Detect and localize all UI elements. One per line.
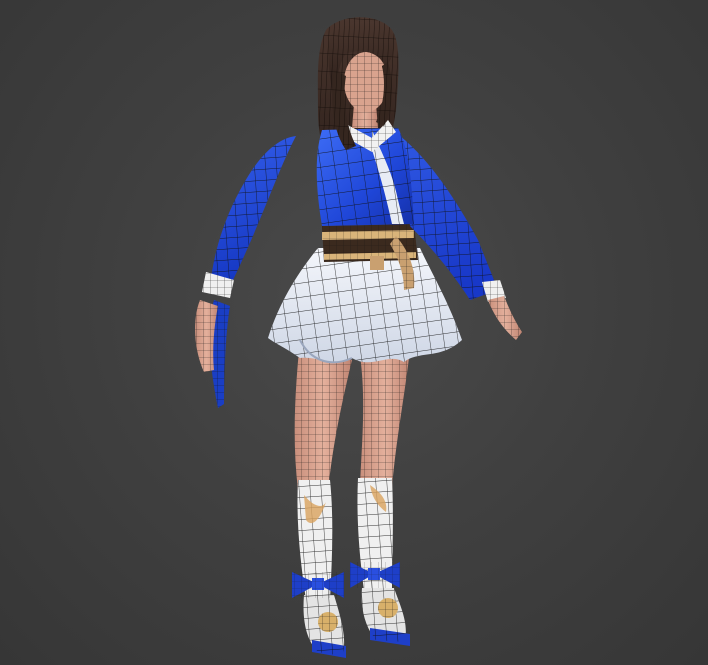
skirt [268, 248, 462, 364]
left-arm [195, 136, 296, 408]
torso-top [316, 120, 414, 226]
legs [294, 340, 410, 492]
3d-viewport[interactable] [0, 0, 708, 665]
shoes [303, 588, 410, 658]
character-render [195, 17, 522, 658]
